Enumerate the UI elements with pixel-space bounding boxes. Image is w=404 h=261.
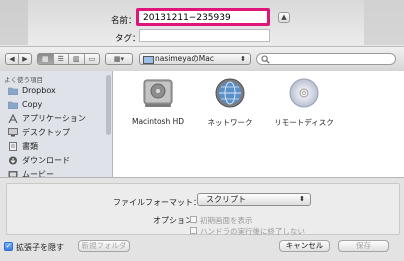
- sidebar-item-dropbox[interactable]: Dropbox: [8, 84, 56, 97]
- sidebar: よく使う項目 Dropbox Copy アプリケーション デスクトップ 書類 ダ…: [0, 71, 113, 177]
- sidebar-item-label: Copy: [22, 100, 43, 109]
- movies-icon: [8, 171, 18, 177]
- disc-icon: [289, 78, 319, 108]
- tag-label: タグ：: [115, 34, 141, 44]
- back-forward-control[interactable]: ◀ ▶: [5, 53, 32, 65]
- desktop-icon: [8, 128, 18, 137]
- sidebar-item-applications[interactable]: アプリケーション: [8, 112, 86, 125]
- sidebar-item-copy[interactable]: Copy: [8, 98, 42, 111]
- file-item-macintosh-hd[interactable]: Macintosh HD: [123, 77, 193, 126]
- name-input[interactable]: 20131211−235939: [136, 8, 270, 26]
- sidebar-item-label: アプリケーション: [22, 114, 86, 123]
- file-item-label: Macintosh HD: [131, 117, 185, 126]
- tag-input[interactable]: [139, 29, 270, 42]
- sidebar-item-downloads[interactable]: ダウンロード: [8, 154, 70, 167]
- file-item-remote-disc[interactable]: リモートディスク: [269, 77, 339, 128]
- save-button[interactable]: 保存: [338, 240, 389, 252]
- forward-arrow-icon[interactable]: ▶: [19, 54, 31, 64]
- file-format-select[interactable]: スクリプト ⬍: [197, 193, 311, 206]
- back-arrow-icon[interactable]: ◀: [6, 54, 19, 64]
- save-dialog: { "name_row": { "label": "名前：", "value":…: [0, 0, 404, 261]
- name-label: 名前：: [111, 16, 137, 26]
- hard-drive-icon: [143, 79, 173, 107]
- sidebar-item-label: Dropbox: [22, 86, 56, 95]
- arrange-grid-icon[interactable]: ▦▾: [106, 54, 132, 64]
- file-item-label: リモートディスク: [274, 118, 334, 127]
- file-browser: Macintosh HD ネットワーク リモートディスク: [113, 71, 404, 177]
- format-options-box: ファイルフォーマット： スクリプト ⬍ オプション： 初期画面を表示 ハンドラの…: [6, 183, 400, 236]
- sidebar-item-desktop[interactable]: デスクトップ: [8, 126, 70, 139]
- sidebar-item-documents[interactable]: 書類: [8, 140, 38, 153]
- sidebar-scrollbar[interactable]: [106, 75, 111, 135]
- location-popup[interactable]: nasimeyaのMac ⬍: [139, 53, 251, 65]
- location-label: nasimeyaのMac: [155, 54, 214, 63]
- stay-open-label: ハンドラの実行後に終了しない: [200, 227, 305, 236]
- file-format-label: ファイルフォーマット：: [113, 198, 201, 207]
- file-item-label: ネットワーク: [207, 118, 253, 127]
- documents-icon: [9, 142, 17, 151]
- cancel-button[interactable]: キャンセル: [279, 240, 330, 252]
- network-globe-icon: [215, 78, 245, 108]
- sidebar-item-label: ムービー: [22, 170, 54, 177]
- background-window-edge-left: [0, 0, 28, 45]
- column-view-icon[interactable]: ▥: [69, 54, 85, 64]
- applications-icon: [8, 114, 18, 123]
- background-window-edge-right: [364, 0, 404, 45]
- sidebar-item-label: ダウンロード: [22, 156, 70, 165]
- file-format-value: スクリプト: [206, 195, 246, 204]
- sidebar-item-label: 書類: [22, 142, 38, 151]
- expand-collapse-button[interactable]: ▲: [278, 12, 290, 23]
- search-icon: [261, 55, 270, 64]
- file-item-network[interactable]: ネットワーク: [195, 77, 265, 128]
- computer-icon: [143, 56, 154, 64]
- downloads-icon: [9, 156, 17, 165]
- updown-chevron-icon: ⬍: [299, 195, 305, 203]
- name-tag-area: 名前： 20131211−235939 ▲ タグ：: [0, 0, 404, 45]
- browser-toolbar: ◀ ▶ ▦ ☰ ▥ ▭ ▦▾ nasimeyaのMac ⬍: [0, 46, 404, 72]
- hide-extension-checkbox[interactable]: ✓: [4, 242, 13, 251]
- show-startup-label: 初期画面を表示: [200, 216, 253, 225]
- stay-open-checkbox[interactable]: [190, 227, 197, 234]
- sidebar-header-favorites: よく使う項目: [4, 76, 43, 84]
- view-mode-control[interactable]: ▦ ☰ ▥ ▭: [37, 53, 100, 65]
- arrange-button[interactable]: ▦▾: [105, 53, 133, 65]
- list-view-icon[interactable]: ☰: [54, 54, 69, 64]
- new-folder-button[interactable]: 新規フォルダ: [78, 240, 130, 252]
- sidebar-item-movies[interactable]: ムービー: [8, 168, 54, 177]
- icon-view-icon[interactable]: ▦: [38, 54, 54, 64]
- folder-icon: [8, 87, 18, 95]
- folder-icon: [8, 101, 18, 109]
- sidebar-item-label: デスクトップ: [22, 128, 70, 137]
- hide-extension-label: 拡張子を隠す: [16, 243, 64, 252]
- updown-chevron-icon: ⬍: [240, 55, 246, 63]
- save-options-panel: ファイルフォーマット： スクリプト ⬍ オプション： 初期画面を表示 ハンドラの…: [0, 177, 404, 261]
- search-field[interactable]: [256, 53, 396, 65]
- show-startup-checkbox[interactable]: [190, 216, 197, 223]
- cover-flow-icon[interactable]: ▭: [85, 54, 100, 64]
